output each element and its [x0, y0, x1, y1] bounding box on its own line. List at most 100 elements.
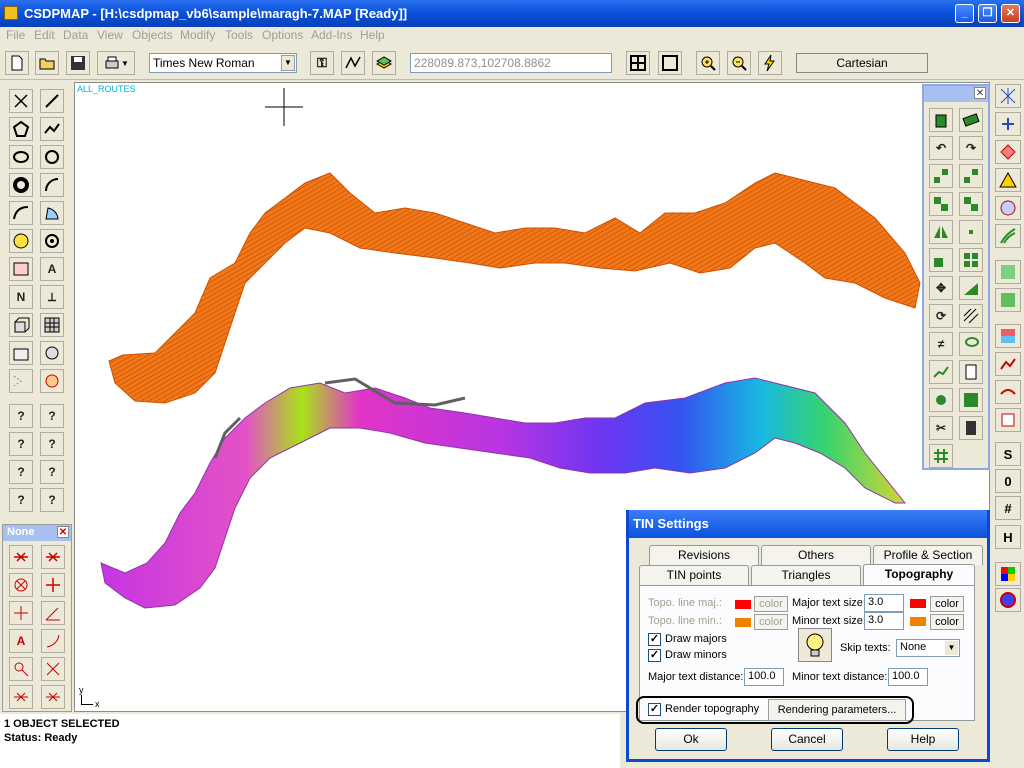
query-point-icon[interactable]: ?: [9, 404, 33, 428]
snap-line-icon[interactable]: [9, 545, 33, 569]
nodes-icon[interactable]: [929, 164, 953, 188]
table-icon[interactable]: [959, 360, 983, 384]
tin-points-icon[interactable]: [995, 84, 1021, 108]
nodes2-icon[interactable]: [959, 164, 983, 188]
coord-system-label[interactable]: Cartesian: [796, 53, 928, 73]
snap-center-icon[interactable]: [9, 573, 33, 597]
skip-texts-select[interactable]: None ▼: [896, 639, 960, 657]
tab-profile-section[interactable]: Profile & Section: [873, 545, 983, 565]
save-icon[interactable]: [66, 51, 90, 75]
smiley-icon[interactable]: [9, 229, 33, 253]
report-icon[interactable]: [959, 416, 983, 440]
dashed-line-icon[interactable]: [9, 369, 33, 393]
chevron-down-icon[interactable]: ▼: [281, 55, 295, 71]
query-line-icon[interactable]: ?: [40, 404, 64, 428]
point-tool-icon[interactable]: [9, 89, 33, 113]
snap-intersect-icon[interactable]: [41, 545, 65, 569]
print-icon[interactable]: ▼: [97, 51, 135, 75]
minimize-button[interactable]: _: [955, 4, 974, 23]
minor-text-distance-input[interactable]: 100.0: [888, 668, 928, 686]
ring-tool-icon[interactable]: [9, 173, 33, 197]
ungroup-icon[interactable]: [959, 192, 983, 216]
eraser-icon[interactable]: [959, 108, 983, 132]
menu-modify[interactable]: Modify: [180, 28, 215, 42]
section-chart-icon[interactable]: [995, 380, 1021, 404]
hatch-icon[interactable]: [959, 304, 983, 328]
s-button[interactable]: S: [995, 442, 1021, 466]
fill-icon[interactable]: [959, 388, 983, 412]
zoom-out-icon[interactable]: [727, 51, 751, 75]
hash-grid-icon[interactable]: #: [995, 496, 1021, 520]
profile-icon[interactable]: [929, 360, 953, 384]
ok-button[interactable]: Ok: [655, 728, 727, 751]
tab-topography[interactable]: Topography: [863, 564, 975, 586]
key-icon[interactable]: ⚿: [310, 51, 334, 75]
building-icon[interactable]: [9, 341, 33, 365]
zoom-in-icon[interactable]: [696, 51, 720, 75]
label-tool-icon[interactable]: ⟂: [40, 285, 64, 309]
query-down-icon[interactable]: ?: [40, 488, 64, 512]
snap-cross-icon[interactable]: [41, 573, 65, 597]
layers-icon[interactable]: [372, 51, 396, 75]
trash-icon[interactable]: [929, 108, 953, 132]
grid-snap-icon[interactable]: [929, 444, 953, 468]
help-button[interactable]: Help: [887, 728, 959, 751]
draw-majors-checkbox[interactable]: ✓: [648, 633, 661, 646]
tab-others[interactable]: Others: [761, 545, 871, 565]
explode-icon[interactable]: [929, 388, 953, 412]
rendering-parameters-button[interactable]: Rendering parameters...: [768, 699, 906, 721]
box3d-icon[interactable]: [9, 313, 33, 337]
mirror-icon[interactable]: [929, 220, 953, 244]
arc-tool-icon[interactable]: [40, 173, 64, 197]
move-icon[interactable]: ✥: [929, 276, 953, 300]
sector-tool-icon[interactable]: [40, 201, 64, 225]
new-file-icon[interactable]: [5, 51, 29, 75]
tab-tin-points[interactable]: TIN points: [639, 565, 749, 585]
menu-options[interactable]: Options: [262, 28, 303, 42]
curve-tool-icon[interactable]: [9, 201, 33, 225]
lightning-icon[interactable]: [758, 51, 782, 75]
ellipse-tool-icon[interactable]: [9, 145, 33, 169]
elevation-icon[interactable]: [995, 112, 1021, 136]
scissors-icon[interactable]: ✂: [929, 416, 953, 440]
query-db-icon[interactable]: ?: [40, 432, 64, 456]
contour-icon[interactable]: [995, 224, 1021, 248]
query-cross-icon[interactable]: ?: [40, 460, 64, 484]
snap-text-icon[interactable]: A: [9, 629, 33, 653]
slope-icon[interactable]: [959, 276, 983, 300]
font-select[interactable]: Times New Roman ▼: [149, 53, 297, 73]
query-area-icon[interactable]: ?: [9, 432, 33, 456]
snap-tangent-icon[interactable]: [41, 629, 65, 653]
warning-icon[interactable]: [995, 168, 1021, 192]
rotate-icon[interactable]: ⟳: [929, 304, 953, 328]
grid-tool-icon[interactable]: [40, 313, 64, 337]
single-view-icon[interactable]: [658, 51, 682, 75]
close-icon[interactable]: ✕: [57, 526, 69, 538]
redo-icon[interactable]: ↷: [959, 136, 983, 160]
north-arrow-icon[interactable]: N: [9, 285, 33, 309]
topo-major-color-button[interactable]: color: [754, 596, 788, 612]
snap-endpoint-icon[interactable]: [41, 657, 65, 681]
draw-minors-checkbox[interactable]: ✓: [648, 649, 661, 662]
query-object-icon[interactable]: ?: [9, 460, 33, 484]
scatter-icon[interactable]: [959, 220, 983, 244]
polyline-tool-icon[interactable]: [40, 117, 64, 141]
major-text-size-input[interactable]: 3.0: [864, 594, 904, 612]
close-icon[interactable]: ✕: [974, 87, 986, 99]
volume-icon[interactable]: [995, 408, 1021, 432]
color-map-icon[interactable]: [995, 324, 1021, 348]
array-icon[interactable]: [959, 248, 983, 272]
render-icon[interactable]: [995, 588, 1021, 612]
query-w-icon[interactable]: ?: [9, 488, 33, 512]
menu-view[interactable]: View: [97, 28, 123, 42]
scale-icon[interactable]: [929, 248, 953, 272]
contour-labels-icon[interactable]: [995, 288, 1021, 312]
menu-objects[interactable]: Objects: [132, 28, 173, 42]
snap-angle-icon[interactable]: [41, 601, 65, 625]
spiral-icon[interactable]: [40, 229, 64, 253]
major-text-color-button[interactable]: color: [930, 596, 964, 612]
menu-help[interactable]: Help: [360, 28, 385, 42]
tab-triangles[interactable]: Triangles: [751, 565, 861, 585]
snap-off-icon[interactable]: [41, 685, 65, 709]
text-tool-icon[interactable]: A: [40, 257, 64, 281]
